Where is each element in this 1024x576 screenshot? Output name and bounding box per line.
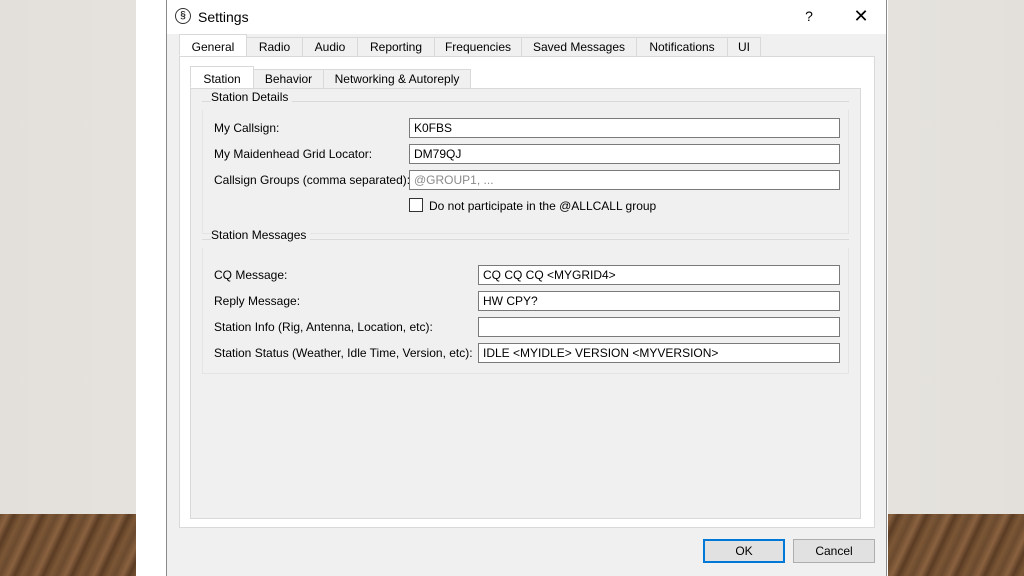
tab-behavior[interactable]: Behavior xyxy=(253,69,324,89)
station-status-label: Station Status (Weather, Idle Time, Vers… xyxy=(214,346,473,360)
ok-button[interactable]: OK xyxy=(703,539,785,563)
station-info-label: Station Info (Rig, Antenna, Location, et… xyxy=(214,320,433,334)
station-tab-panel: Station Details My Callsign: K0FBS My Ma… xyxy=(190,88,861,519)
title-bar: § Settings ? ✕ xyxy=(167,0,886,34)
close-button[interactable]: ✕ xyxy=(847,6,875,28)
station-messages-body: CQ Message: CQ CQ CQ <MYGRID4> Reply Mes… xyxy=(202,248,849,374)
tab-frequencies[interactable]: Frequencies xyxy=(434,37,522,57)
grid-locator-label: My Maidenhead Grid Locator: xyxy=(214,147,373,161)
allcall-checkbox[interactable] xyxy=(409,198,423,212)
station-status-input[interactable]: IDLE <MYIDLE> VERSION <MYVERSION> xyxy=(478,343,840,363)
callsign-label: My Callsign: xyxy=(214,121,280,135)
settings-dialog: § Settings ? ✕ General Radio Audio Repor… xyxy=(166,0,887,576)
station-details-group: Station Details My Callsign: K0FBS My Ma… xyxy=(202,90,849,234)
grid-locator-input[interactable]: DM79QJ xyxy=(409,144,840,164)
station-info-input[interactable] xyxy=(478,317,840,337)
app-logo-icon: § xyxy=(175,8,191,24)
callsign-input[interactable]: K0FBS xyxy=(409,118,840,138)
tab-general[interactable]: General xyxy=(179,34,247,56)
tab-radio[interactable]: Radio xyxy=(246,37,303,57)
help-button[interactable]: ? xyxy=(797,8,821,28)
station-messages-title: Station Messages xyxy=(211,228,311,242)
callsign-groups-input[interactable]: @GROUP1, ... xyxy=(409,170,840,190)
allcall-label: Do not participate in the @ALLCALL group xyxy=(429,199,657,213)
reply-message-input[interactable]: HW CPY? xyxy=(478,291,840,311)
station-details-body: My Callsign: K0FBS My Maidenhead Grid Lo… xyxy=(202,110,849,234)
callsign-groups-label: Callsign Groups (comma separated): xyxy=(214,173,411,187)
wood-floor-right xyxy=(884,514,1024,576)
window-title: Settings xyxy=(198,9,249,25)
tab-networking-autoreply[interactable]: Networking & Autoreply xyxy=(323,69,471,89)
wood-floor-left xyxy=(0,514,150,576)
tab-station[interactable]: Station xyxy=(190,66,254,88)
cq-message-label: CQ Message: xyxy=(214,268,288,282)
tab-saved-messages[interactable]: Saved Messages xyxy=(521,37,637,57)
station-messages-group: Station Messages CQ Message: CQ CQ CQ <M… xyxy=(202,228,849,374)
cancel-button[interactable]: Cancel xyxy=(793,539,875,563)
tab-reporting[interactable]: Reporting xyxy=(357,37,435,57)
reply-message-label: Reply Message: xyxy=(214,294,301,308)
station-details-title: Station Details xyxy=(211,90,293,104)
tab-notifications[interactable]: Notifications xyxy=(636,37,728,57)
tab-ui[interactable]: UI xyxy=(727,37,761,57)
tab-audio[interactable]: Audio xyxy=(302,37,358,57)
cq-message-input[interactable]: CQ CQ CQ <MYGRID4> xyxy=(478,265,840,285)
